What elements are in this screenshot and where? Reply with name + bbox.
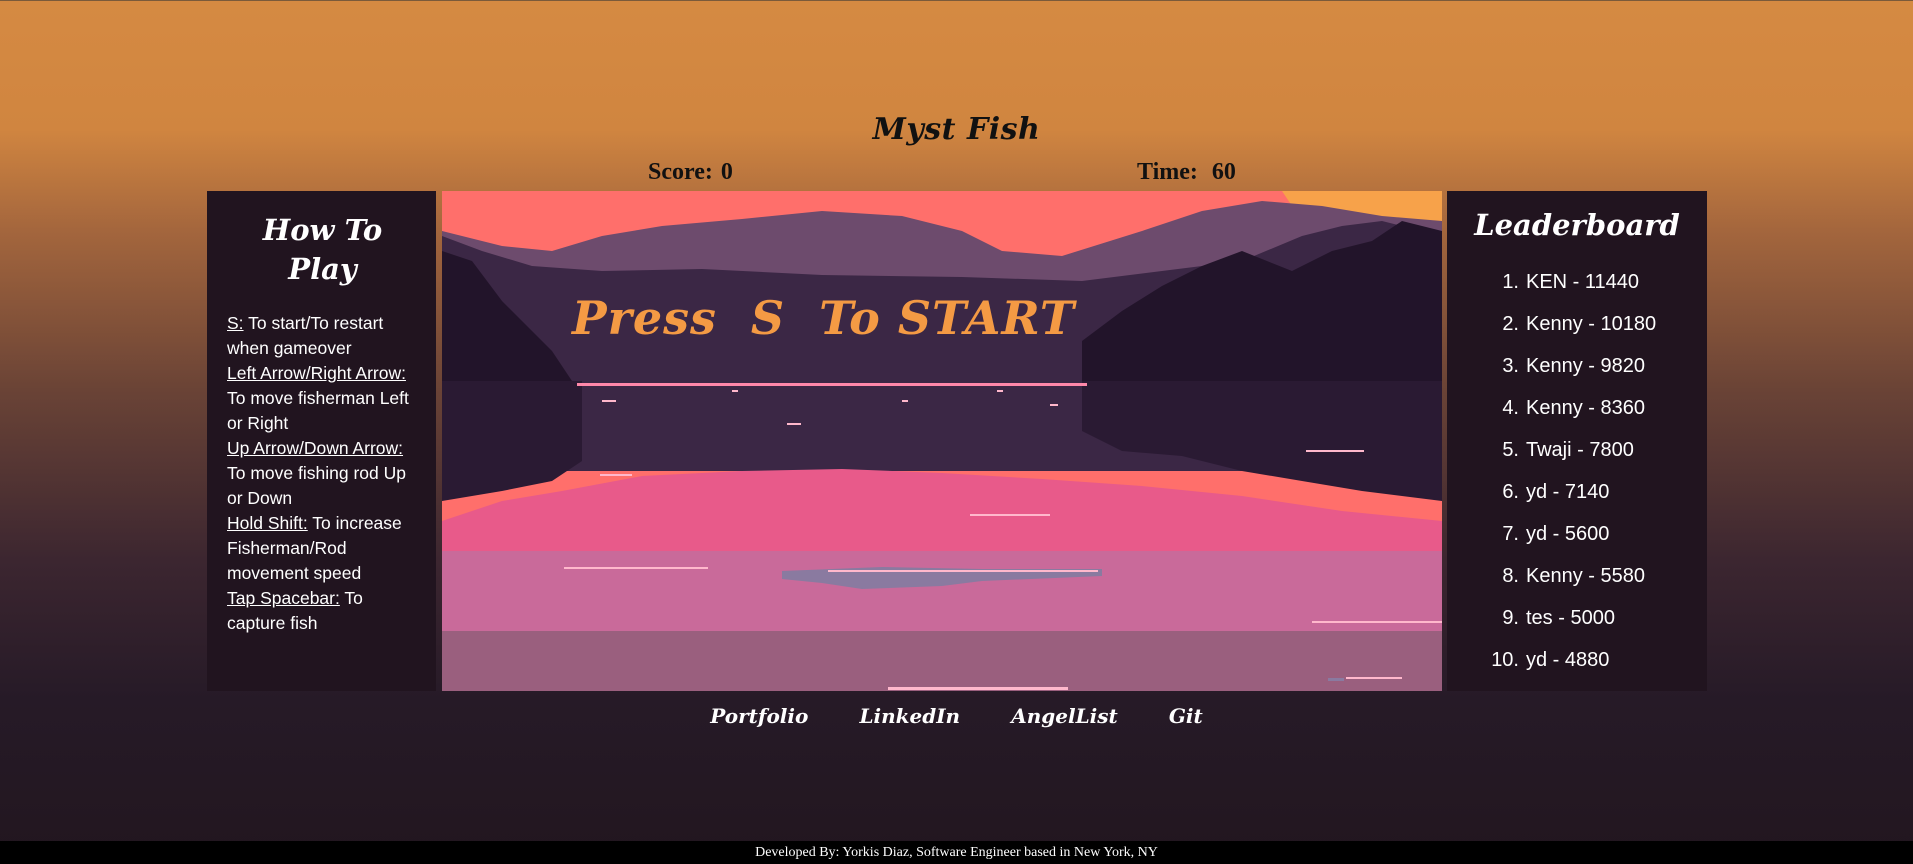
leaderboard-entry: 3. Kenny - 9820	[1485, 345, 1707, 387]
leaderboard-entry: 9. tes - 5000	[1485, 597, 1707, 639]
time-value: 60	[1211, 159, 1236, 185]
leaderboard-entry: 2. Kenny - 10180	[1485, 303, 1707, 345]
leaderboard-name-score: Kenny - 5580	[1526, 565, 1645, 587]
how-to-play-heading: How To Play	[262, 213, 383, 286]
leaderboard-rank: 8.	[1502, 565, 1519, 587]
instruction-item: Up Arrow/Down Arrow: To move fishing rod…	[227, 436, 418, 511]
instruction-key: Up Arrow/Down Arrow:	[227, 438, 404, 458]
leaderboard-rank: 5.	[1502, 439, 1519, 461]
leaderboard-entry: 1. KEN - 11440	[1485, 261, 1707, 303]
lake-scene	[442, 191, 1442, 691]
leaderboard-entry: 8. Kenny - 5580	[1485, 555, 1707, 597]
instruction-key: Tap Spacebar:	[227, 588, 340, 608]
leaderboard-rank: 1.	[1502, 271, 1519, 293]
leaderboard-entry: 10. yd - 4880	[1485, 639, 1707, 681]
game-canvas[interactable]: Press S To START	[442, 191, 1442, 691]
leaderboard-name-score: KEN - 11440	[1526, 271, 1640, 293]
angellist-link[interactable]: AngelList	[1011, 704, 1118, 728]
time-display: Time: 60	[1137, 159, 1236, 186]
leaderboard-name-score: yd - 4880	[1526, 649, 1610, 671]
git-link[interactable]: Git	[1169, 704, 1203, 728]
instruction-key: Hold Shift:	[227, 513, 308, 533]
leaderboard-name-score: Kenny - 9820	[1526, 355, 1645, 377]
leaderboard-list: 1. KEN - 11440 2. Kenny - 10180 3. Kenny - …	[1447, 261, 1707, 681]
time-label: Time:	[1137, 159, 1198, 185]
leaderboard-name-score: Twaji - 7800	[1526, 439, 1634, 461]
leaderboard-rank: 2.	[1502, 313, 1519, 335]
leaderboard-name-score: Kenny - 10180	[1526, 313, 1657, 335]
instruction-key: Left Arrow/Right Arrow:	[227, 363, 406, 383]
instruction-item: Hold Shift: To increase Fisherman/Rod mo…	[227, 511, 418, 586]
leaderboard-entry: 4. Kenny - 8360	[1485, 387, 1707, 429]
leaderboard-rank: 7.	[1502, 523, 1519, 545]
footer-credit: Developed By: Yorkis Diaz, Software Engi…	[0, 841, 1913, 864]
portfolio-link[interactable]: Portfolio	[710, 704, 808, 728]
leaderboard-name-score: yd - 5600	[1526, 523, 1610, 545]
instruction-desc: To start/To restart when gameover	[227, 313, 384, 358]
instruction-item: S: To start/To restart when gameover	[227, 311, 418, 361]
instruction-item: Left Arrow/Right Arrow: To move fisherma…	[227, 361, 418, 436]
instruction-key: S:	[227, 313, 244, 333]
top-border	[0, 0, 1913, 1]
score-display: Score: 0	[648, 159, 733, 186]
leaderboard-rank: 4.	[1502, 397, 1519, 419]
leaderboard-panel: Leaderboard 1. KEN - 11440 2. Kenny - 1018…	[1447, 191, 1707, 691]
leaderboard-entry: 6. yd - 7140	[1485, 471, 1707, 513]
leaderboard-entry: 5. Twaji - 7800	[1485, 429, 1707, 471]
leaderboard-name-score: Kenny - 8360	[1526, 397, 1645, 419]
leaderboard-heading: Leaderboard	[1474, 208, 1680, 242]
instruction-desc: To move fishing rod Up or Down	[227, 463, 406, 508]
leaderboard-entry: 7. yd - 5600	[1485, 513, 1707, 555]
instruction-item: Tap Spacebar: To capture fish	[227, 586, 418, 636]
instruction-desc: To move fisherman Left or Right	[227, 388, 409, 433]
leaderboard-rank: 6.	[1502, 481, 1519, 503]
linkedin-link[interactable]: LinkedIn	[859, 704, 960, 728]
score-label: Score:	[648, 159, 713, 185]
press-start-prompt: Press S To START	[572, 291, 1076, 345]
leaderboard-rank: 3.	[1502, 355, 1519, 377]
how-to-play-panel: How To Play S: To start/To restart when …	[207, 191, 436, 691]
page-title: Myst Fish	[872, 112, 1041, 147]
leaderboard-rank: 10.	[1491, 649, 1519, 671]
leaderboard-name-score: tes - 5000	[1526, 607, 1615, 629]
leaderboard-rank: 9.	[1502, 607, 1519, 629]
instructions-list: S: To start/To restart when gameover Lef…	[227, 311, 418, 636]
score-value: 0	[720, 159, 733, 185]
social-links: Portfolio LinkedIn AngelList Git	[0, 704, 1913, 728]
leaderboard-name-score: yd - 7140	[1526, 481, 1610, 503]
